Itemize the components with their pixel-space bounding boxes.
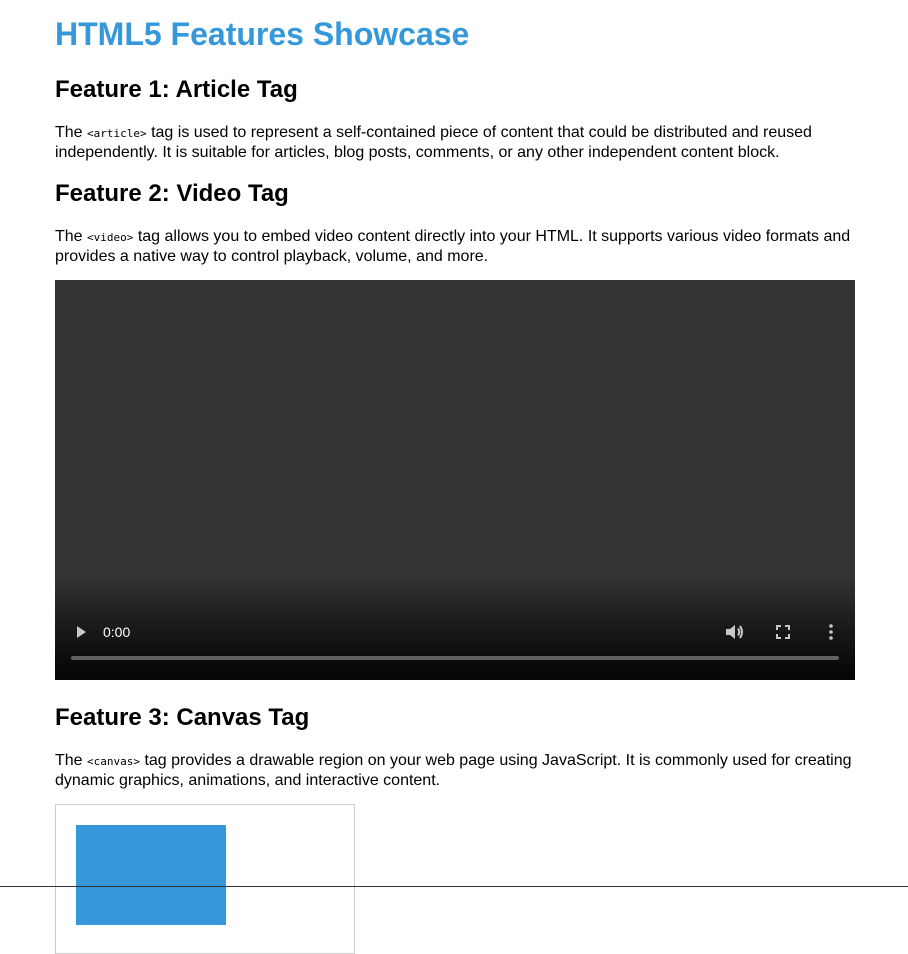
video-player[interactable]: 0:00 [55,280,855,680]
feature-3-description: The <canvas> tag provides a drawable reg… [55,751,855,790]
video-current-time: 0:00 [103,624,131,640]
more-options-icon[interactable] [823,622,839,642]
feature-3-heading: Feature 3: Canvas Tag [55,704,310,731]
feature-3-text-before: The [55,752,88,769]
article-code-snippet: <article> [87,127,147,140]
canvas-blue-rectangle [76,825,226,925]
bottom-divider [0,886,908,887]
feature-2-text-after: tag allows you to embed video content di… [55,228,851,265]
feature-2-text-before: The [55,228,88,245]
feature-1-description: The <article> tag is used to represent a… [55,123,855,162]
feature-2-description: The <video> tag allows you to embed vide… [55,227,855,266]
volume-icon[interactable] [723,621,747,643]
feature-3-text-after: tag provides a drawable region on your w… [55,752,852,789]
fullscreen-icon[interactable] [773,622,793,642]
play-icon[interactable] [71,622,91,642]
page-title: HTML5 Features Showcase [55,16,470,52]
feature-1-heading: Feature 1: Article Tag [55,76,298,103]
feature-1-text-before: The [55,124,88,141]
video-progress-bar[interactable] [71,656,839,660]
video-code-snippet: <video> [87,231,134,244]
feature-2-heading: Feature 2: Video Tag [55,180,289,207]
feature-1-text-after: tag is used to represent a self-containe… [55,124,812,161]
canvas-code-snippet: <canvas> [87,755,140,768]
canvas-drawing-area[interactable] [55,804,355,954]
